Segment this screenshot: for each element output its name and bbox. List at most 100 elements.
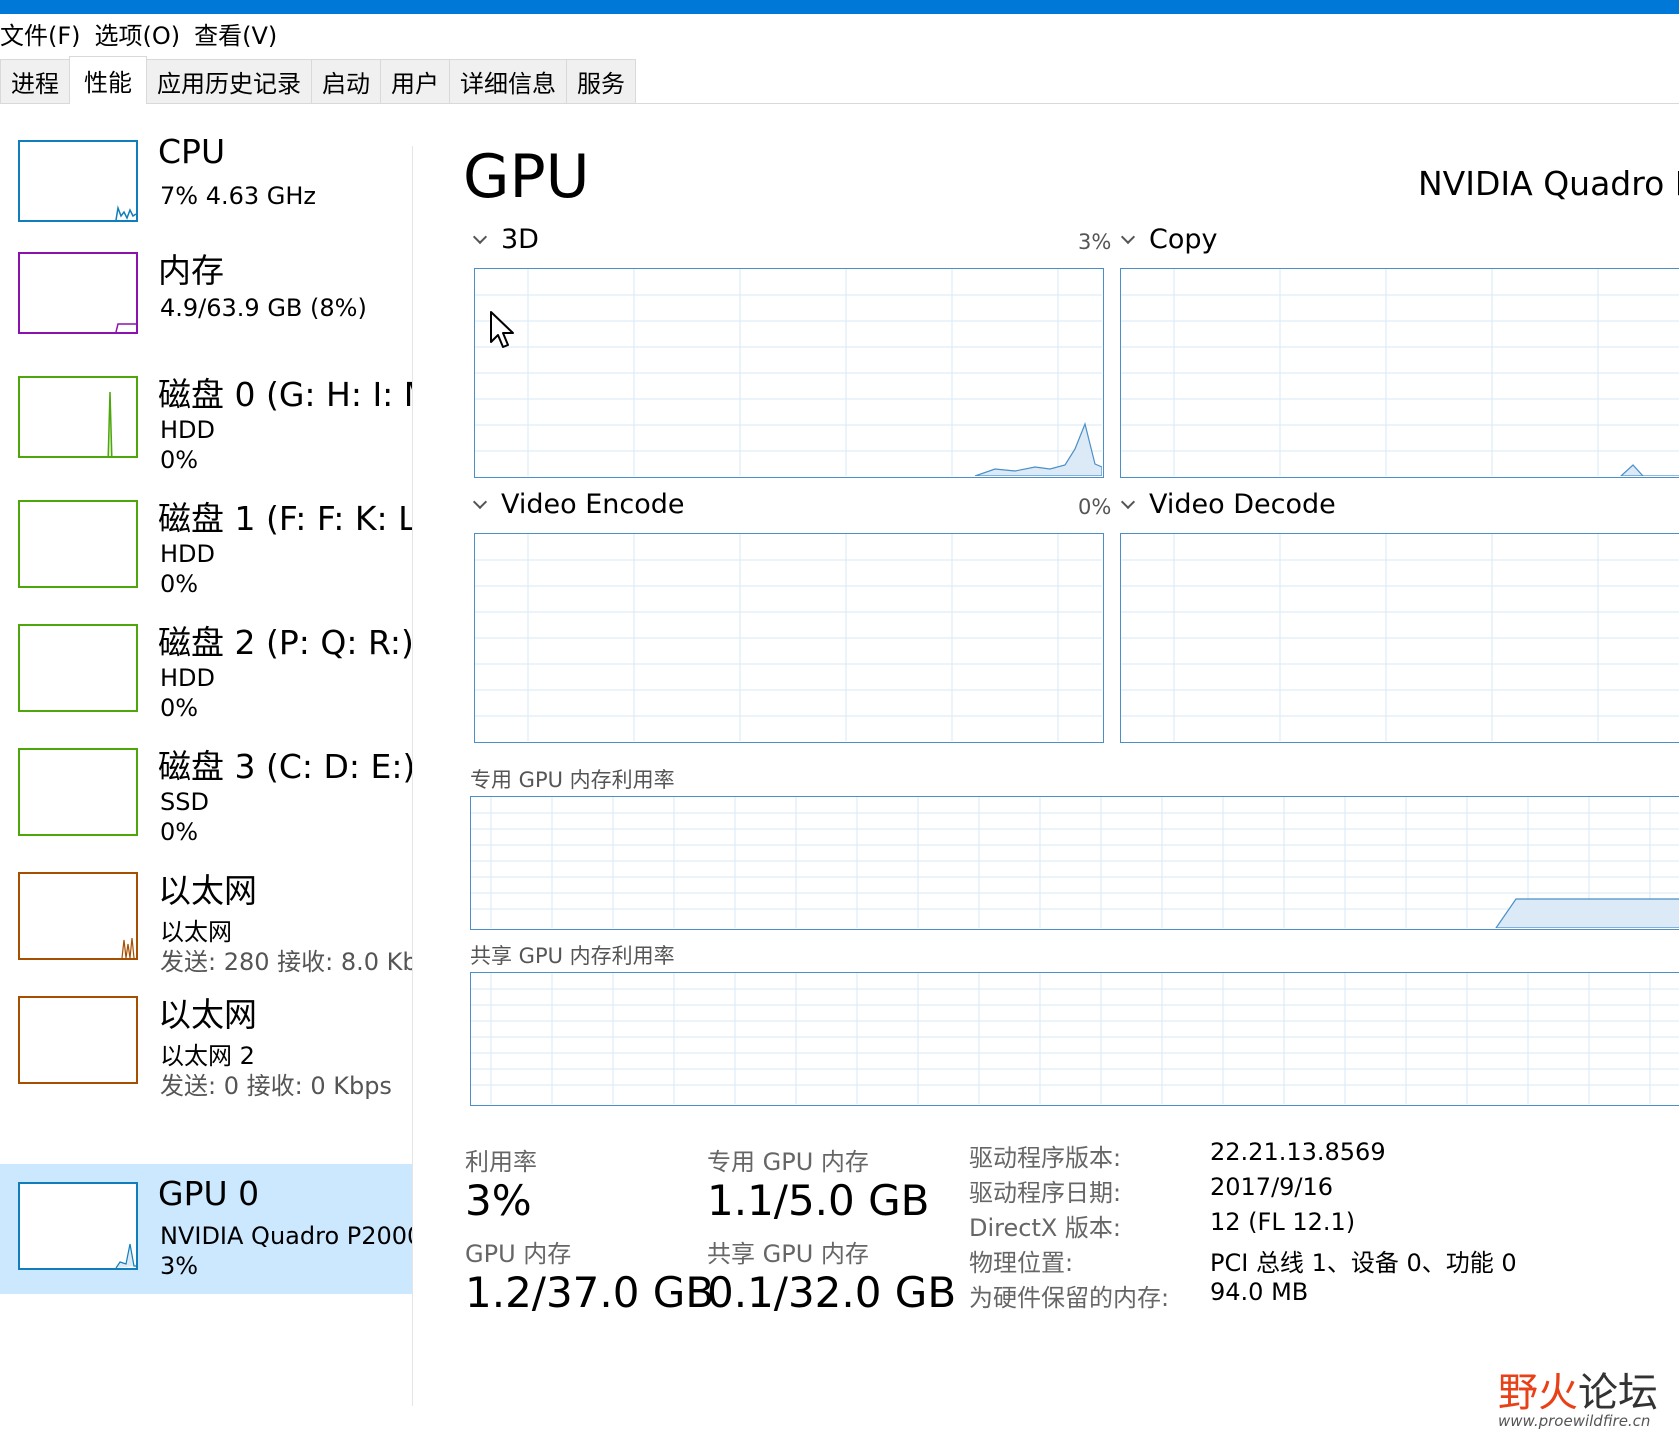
reserved-memory-label: 为硬件保留的内存: bbox=[969, 1284, 1170, 1312]
tab-processes[interactable]: 进程 bbox=[0, 59, 70, 103]
driver-version-value: 22.21.13.8569 bbox=[1210, 1138, 1386, 1166]
sidebar-item-title: CPU bbox=[158, 132, 226, 171]
utilization-value: 3% bbox=[465, 1176, 532, 1225]
engine-graph-video-decode bbox=[1120, 533, 1679, 743]
sidebar-item-gpu-0[interactable]: GPU 0 NVIDIA Quadro P2000 3% bbox=[0, 1164, 413, 1294]
sidebar-item-disk-0[interactable]: 磁盘 0 (G: H: I: M HDD 0% bbox=[0, 358, 413, 488]
forum-watermark-logo: 野火论坛 www.proewildfire.cn bbox=[1490, 1360, 1670, 1435]
sidebar-item-title: GPU 0 bbox=[158, 1174, 260, 1213]
chevron-down-icon bbox=[473, 498, 487, 512]
disk-thumbnail-graph bbox=[18, 376, 138, 458]
engine-percent: 0% bbox=[1078, 495, 1112, 519]
tab-services[interactable]: 服务 bbox=[566, 59, 636, 103]
watermark-text: 野火论坛 bbox=[1498, 1370, 1658, 1416]
sidebar-item-title: 以太网 bbox=[158, 871, 257, 910]
reserved-memory-value: 94.0 MB bbox=[1210, 1278, 1309, 1306]
gpu-memory-label: GPU 内存 bbox=[465, 1240, 572, 1268]
shared-memory-graph bbox=[470, 972, 1679, 1106]
menu-file[interactable]: 文件(F) bbox=[0, 16, 93, 51]
directx-version-label: DirectX 版本: bbox=[969, 1214, 1122, 1242]
engine-label: 3D bbox=[501, 224, 539, 255]
engine-label: Video Encode bbox=[501, 489, 685, 520]
directx-version-value: 12 (FL 12.1) bbox=[1210, 1208, 1356, 1236]
sidebar-item-title: 磁盘 1 (F: F: K: L: I bbox=[158, 499, 413, 538]
sidebar-item-type: HDD bbox=[160, 664, 216, 692]
driver-date-label: 驱动程序日期: bbox=[969, 1179, 1122, 1207]
dedicated-memory-graph-label: 专用 GPU 内存利用率 bbox=[470, 768, 675, 792]
engine-selector-3d[interactable]: 3D bbox=[473, 224, 539, 255]
engine-graph-video-encode bbox=[474, 533, 1104, 743]
sidebar-item-detail: 4.9/63.9 GB (8%) bbox=[160, 294, 367, 322]
ethernet-thumbnail-graph bbox=[18, 872, 138, 960]
sidebar-item-detail: 7% 4.63 GHz bbox=[160, 182, 317, 210]
title-bar bbox=[0, 0, 1679, 14]
engine-label: Video Decode bbox=[1149, 489, 1336, 520]
sidebar-item-disk-3[interactable]: 磁盘 3 (C: D: E:) SSD 0% bbox=[0, 730, 413, 860]
menu-options[interactable]: 选项(O) bbox=[95, 16, 193, 51]
gpu-detail-panel: GPU NVIDIA Quadro P 3D 3% Copy Video Enc… bbox=[413, 104, 1679, 1404]
sidebar-item-usage: 0% bbox=[160, 570, 199, 598]
page-title: GPU bbox=[463, 142, 590, 212]
sidebar-item-throughput: 发送: 280 接收: 8.0 Kbps bbox=[160, 948, 413, 976]
sidebar-item-title: 磁盘 2 (P: Q: R:) bbox=[158, 623, 413, 662]
engine-percent: 3% bbox=[1078, 230, 1112, 254]
tab-users[interactable]: 用户 bbox=[380, 59, 450, 103]
tab-app-history[interactable]: 应用历史记录 bbox=[146, 59, 312, 103]
engine-label: Copy bbox=[1149, 224, 1218, 255]
dedicated-memory-graph bbox=[470, 796, 1679, 930]
ethernet-thumbnail-graph bbox=[18, 996, 138, 1084]
chevron-down-icon bbox=[473, 233, 487, 247]
disk-thumbnail-graph bbox=[18, 500, 138, 588]
sidebar-item-usage: 0% bbox=[160, 694, 199, 722]
utilization-label: 利用率 bbox=[465, 1148, 537, 1176]
tab-bar: 进程 性能 应用历史记录 启动 用户 详细信息 服务 bbox=[0, 56, 1679, 104]
sidebar-item-usage: 3% bbox=[160, 1252, 199, 1280]
watermark-url: www.proewildfire.cn bbox=[1498, 1412, 1651, 1430]
sidebar-item-cpu[interactable]: CPU 7% 4.63 GHz bbox=[0, 122, 413, 252]
gpu-thumbnail-graph bbox=[18, 1182, 138, 1270]
shared-memory-label: 共享 GPU 内存 bbox=[707, 1240, 869, 1268]
sidebar-item-disk-2[interactable]: 磁盘 2 (P: Q: R:) HDD 0% bbox=[0, 606, 413, 736]
menu-view[interactable]: 查看(V) bbox=[194, 16, 289, 51]
engine-graph-3d bbox=[474, 268, 1104, 478]
shared-memory-graph-label: 共享 GPU 内存利用率 bbox=[470, 944, 675, 968]
sidebar-item-usage: 0% bbox=[160, 818, 199, 846]
driver-date-value: 2017/9/16 bbox=[1210, 1173, 1334, 1201]
disk-thumbnail-graph bbox=[18, 624, 138, 712]
resource-sidebar: CPU 7% 4.63 GHz 内存 4.9/63.9 GB (8%) 磁盘 0… bbox=[0, 104, 413, 1404]
engine-graph-copy bbox=[1120, 268, 1679, 478]
sidebar-item-title: 磁盘 3 (C: D: E:) bbox=[158, 747, 413, 786]
gpu-memory-value: 1.2/37.0 GB bbox=[465, 1268, 715, 1317]
chevron-down-icon bbox=[1121, 498, 1135, 512]
tab-startup[interactable]: 启动 bbox=[311, 59, 381, 103]
mouse-cursor-icon bbox=[490, 311, 514, 348]
sidebar-item-type: HDD bbox=[160, 540, 216, 568]
sidebar-item-title: 磁盘 0 (G: H: I: M bbox=[158, 375, 413, 414]
gpu-model-name: NVIDIA Quadro P bbox=[1418, 164, 1679, 203]
sidebar-item-model: NVIDIA Quadro P2000 bbox=[160, 1222, 413, 1250]
engine-selector-copy[interactable]: Copy bbox=[1121, 224, 1218, 255]
cpu-thumbnail-graph bbox=[18, 140, 138, 222]
engine-selector-video-decode[interactable]: Video Decode bbox=[1121, 489, 1336, 520]
sidebar-item-usage: 0% bbox=[160, 446, 199, 474]
sidebar-item-ethernet-2[interactable]: 以太网 以太网 2 发送: 0 接收: 0 Kbps bbox=[0, 978, 413, 1108]
engine-selector-video-encode[interactable]: Video Encode bbox=[473, 489, 685, 520]
sidebar-item-disk-1[interactable]: 磁盘 1 (F: F: K: L: I HDD 0% bbox=[0, 482, 413, 612]
sidebar-item-memory[interactable]: 内存 4.9/63.9 GB (8%) bbox=[0, 234, 413, 364]
physical-location-label: 物理位置: bbox=[969, 1249, 1074, 1277]
sidebar-item-title: 以太网 bbox=[158, 995, 257, 1034]
physical-location-value: PCI 总线 1、设备 0、功能 0 bbox=[1210, 1249, 1517, 1277]
sidebar-item-title: 内存 bbox=[158, 251, 224, 290]
dedicated-memory-value: 1.1/5.0 GB bbox=[707, 1176, 930, 1225]
disk-thumbnail-graph bbox=[18, 748, 138, 836]
tab-performance[interactable]: 性能 bbox=[69, 56, 147, 104]
dedicated-memory-label: 专用 GPU 内存 bbox=[707, 1148, 869, 1176]
sidebar-item-type: SSD bbox=[160, 788, 209, 816]
memory-thumbnail-graph bbox=[18, 252, 138, 334]
sidebar-item-ethernet[interactable]: 以太网 以太网 发送: 280 接收: 8.0 Kbps bbox=[0, 854, 413, 984]
tab-details[interactable]: 详细信息 bbox=[449, 59, 567, 103]
shared-memory-value: 0.1/32.0 GB bbox=[707, 1268, 957, 1317]
driver-version-label: 驱动程序版本: bbox=[969, 1144, 1122, 1172]
chevron-down-icon bbox=[1121, 233, 1135, 247]
menu-bar: 文件(F) 选项(O) 查看(V) bbox=[0, 14, 1679, 52]
